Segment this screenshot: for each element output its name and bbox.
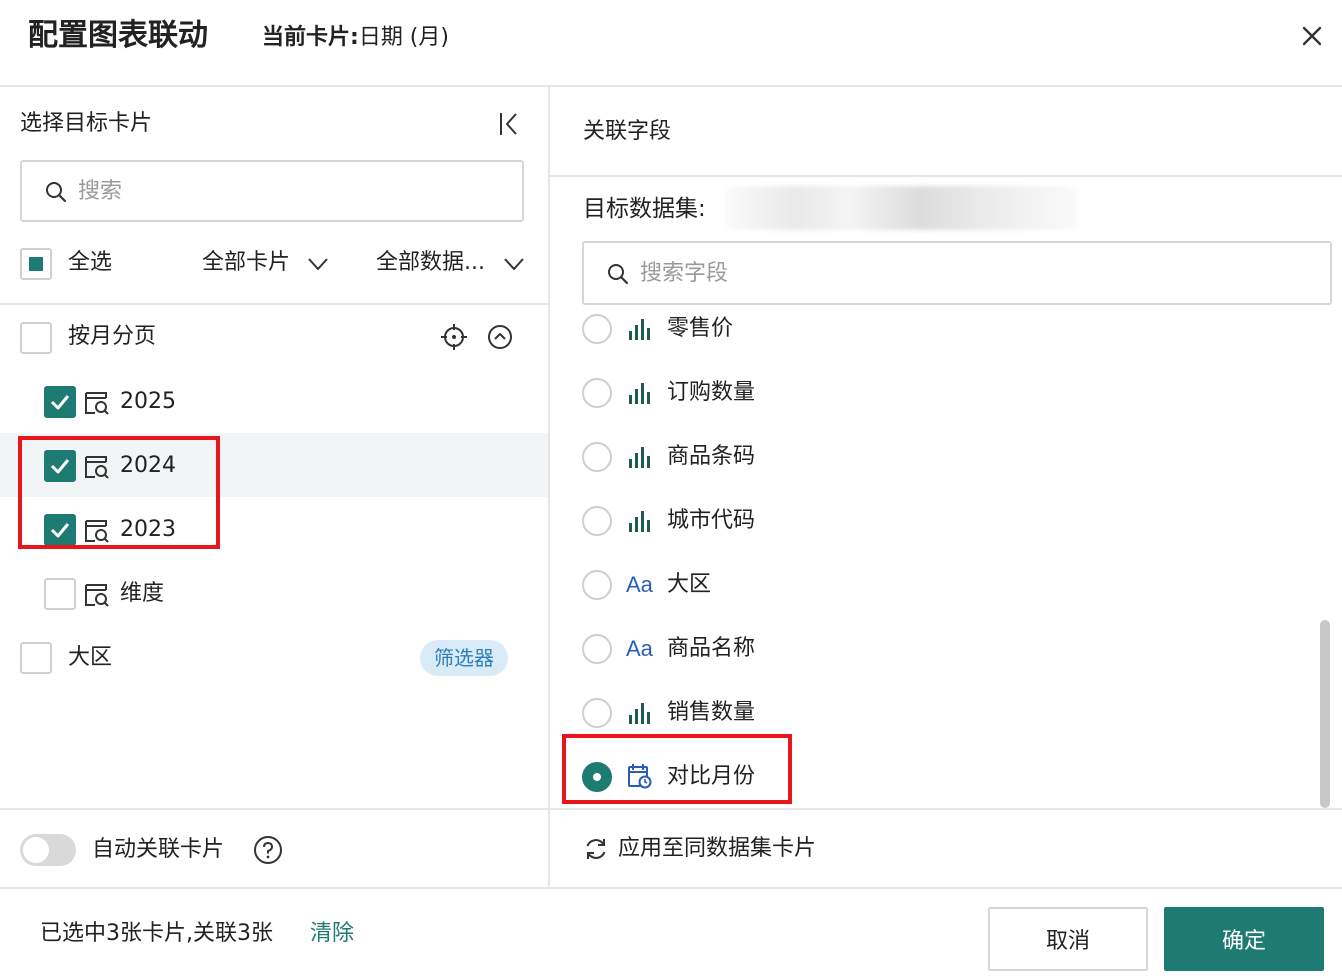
bar-chart-icon bbox=[629, 383, 650, 404]
field-radio[interactable] bbox=[582, 634, 612, 664]
card-search-icon bbox=[85, 584, 109, 607]
right-title-divider bbox=[550, 175, 1342, 177]
right-panel-title: 关联字段 bbox=[583, 119, 672, 144]
collapse-panel-icon[interactable] bbox=[496, 110, 524, 138]
chevron-down-icon[interactable] bbox=[502, 252, 526, 276]
field-label: 订购数量 bbox=[667, 380, 756, 405]
bar-chart-icon bbox=[629, 511, 650, 532]
auto-link-toggle[interactable] bbox=[20, 834, 76, 866]
group-label: 按月分页 bbox=[68, 324, 157, 349]
panel-divider bbox=[548, 87, 550, 887]
field-label: 大区 bbox=[667, 572, 712, 597]
collapse-group-icon[interactable] bbox=[487, 324, 513, 350]
region-label: 大区 bbox=[68, 645, 113, 670]
select-all-checkbox[interactable] bbox=[20, 248, 52, 280]
field-label: 零售价 bbox=[667, 316, 734, 341]
refresh-icon[interactable] bbox=[583, 836, 609, 862]
card-search-placeholder: 搜索 bbox=[78, 179, 123, 204]
clear-link[interactable]: 清除 bbox=[310, 918, 354, 950]
text-type-icon: Aa bbox=[626, 572, 653, 597]
item-checkbox[interactable] bbox=[44, 578, 76, 610]
chevron-down-icon[interactable] bbox=[306, 252, 330, 276]
select-all-label: 全选 bbox=[68, 250, 113, 275]
field-label: 城市代码 bbox=[667, 508, 756, 533]
footer-divider bbox=[0, 887, 1342, 889]
field-radio[interactable] bbox=[582, 442, 612, 472]
group-checkbox[interactable] bbox=[20, 322, 52, 354]
dataset-filter-label: 全部数据... bbox=[376, 250, 485, 275]
field-radio[interactable] bbox=[582, 698, 612, 728]
highlight-box-years bbox=[18, 436, 220, 549]
field-label: 销售数量 bbox=[667, 700, 756, 725]
region-checkbox[interactable] bbox=[20, 642, 52, 674]
lower-divider bbox=[0, 808, 1342, 810]
cancel-button[interactable]: 取消 bbox=[988, 907, 1148, 971]
dataset-filter[interactable]: 全部数据... bbox=[376, 247, 485, 279]
item-checkbox[interactable] bbox=[44, 386, 76, 418]
current-card-info: 当前卡片:日期 (月) bbox=[262, 22, 449, 54]
dialog-title: 配置图表联动 bbox=[28, 18, 208, 53]
target-dataset-label: 目标数据集: bbox=[583, 196, 706, 222]
highlight-box-field bbox=[562, 734, 792, 804]
apply-same-dataset-link[interactable]: 应用至同数据集卡片 bbox=[618, 833, 816, 865]
left-filter-divider bbox=[0, 303, 548, 305]
field-label: 商品名称 bbox=[667, 636, 756, 661]
card-type-filter[interactable]: 全部卡片 bbox=[202, 247, 290, 279]
card-type-filter-label: 全部卡片 bbox=[202, 250, 291, 275]
field-label: 商品条码 bbox=[667, 444, 756, 469]
field-radio[interactable] bbox=[582, 378, 612, 408]
filter-badge: 筛选器 bbox=[420, 640, 508, 676]
auto-link-label: 自动关联卡片 bbox=[92, 837, 225, 862]
check-icon bbox=[50, 395, 70, 410]
card-search-input[interactable]: 搜索 bbox=[20, 160, 524, 222]
field-radio[interactable] bbox=[582, 570, 612, 600]
search-icon bbox=[46, 182, 67, 203]
help-icon[interactable] bbox=[253, 835, 283, 865]
text-type-icon: Aa bbox=[626, 636, 653, 661]
current-card-value: 日期 (月) bbox=[358, 25, 449, 50]
bar-chart-icon bbox=[629, 447, 650, 468]
card-search-icon bbox=[85, 392, 109, 415]
field-list-scrollbar[interactable] bbox=[1320, 620, 1330, 808]
confirm-button[interactable]: 确定 bbox=[1164, 907, 1324, 971]
left-panel-title: 选择目标卡片 bbox=[20, 111, 153, 136]
current-card-label: 当前卡片: bbox=[262, 25, 359, 50]
field-search-placeholder: 搜索字段 bbox=[640, 261, 729, 286]
item-label: 2025 bbox=[120, 389, 176, 414]
bar-chart-icon bbox=[629, 319, 650, 340]
redacted-dataset-name bbox=[726, 186, 1078, 230]
close-icon[interactable] bbox=[1296, 20, 1328, 52]
field-radio[interactable] bbox=[582, 314, 612, 344]
search-icon bbox=[608, 264, 629, 285]
bar-chart-icon bbox=[629, 703, 650, 724]
item-label: 维度 bbox=[120, 581, 165, 606]
header-divider bbox=[0, 85, 1342, 87]
selection-info: 已选中3张卡片,关联3张 bbox=[40, 921, 273, 946]
field-radio[interactable] bbox=[582, 506, 612, 536]
field-search-input[interactable]: 搜索字段 bbox=[582, 241, 1332, 305]
locate-icon[interactable] bbox=[440, 323, 468, 351]
